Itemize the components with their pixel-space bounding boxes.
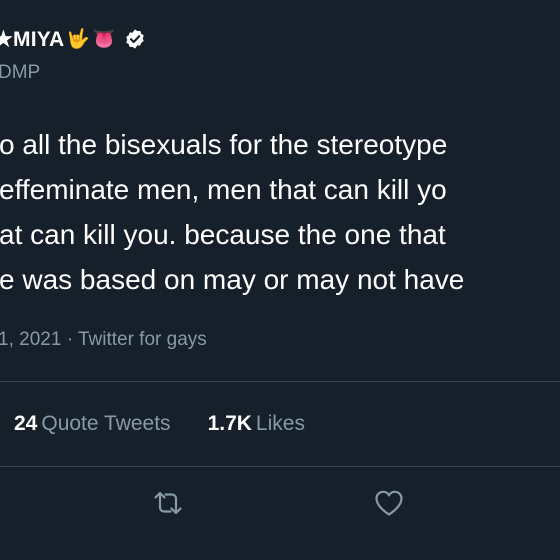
tweet-date[interactable]: 1, 2021 <box>0 329 61 350</box>
retweet-icon <box>154 491 182 515</box>
love-you-gesture-emoji: 🤟 <box>66 28 91 50</box>
verified-badge-icon <box>126 29 144 49</box>
retweet-button[interactable] <box>151 486 185 520</box>
meta-separator: · <box>66 329 74 350</box>
likes-stat[interactable]: 1.7K Likes <box>208 412 305 436</box>
tweet-text-line: effeminate men, men that can kill yo <box>0 174 447 205</box>
divider <box>0 466 560 467</box>
tongue-emoji: 👅 <box>92 28 116 50</box>
quote-tweets-count: 24 <box>14 412 38 435</box>
likes-label: Likes <box>255 412 305 435</box>
likes-count: 1.7K <box>207 412 252 435</box>
tweet-text-line: e was based on may or may not have <box>0 264 465 295</box>
quote-tweets-stat[interactable]: 24 Quote Tweets <box>14 412 171 436</box>
tweet-text-line: at can kill you. because the one that <box>0 219 446 250</box>
tweet-text: o all the bisexuals for the stereotype e… <box>0 122 560 302</box>
quote-tweets-label: Quote Tweets <box>41 412 171 435</box>
like-button[interactable] <box>372 486 406 520</box>
engagement-stats: 24 Quote Tweets 1.7K Likes <box>14 412 342 436</box>
user-handle[interactable]: DMP <box>0 62 40 84</box>
tweet-meta: 1, 2021 · Twitter for gays <box>0 329 207 351</box>
tweet-source[interactable]: Twitter for gays <box>78 329 207 350</box>
display-name-text[interactable]: ★MIYA <box>0 27 64 52</box>
heart-icon <box>375 490 403 516</box>
tweet-text-line: o all the bisexuals for the stereotype <box>0 129 448 160</box>
divider <box>0 381 560 382</box>
tweet-author-name[interactable]: ★MIYA 🤟 👅 <box>0 24 146 54</box>
